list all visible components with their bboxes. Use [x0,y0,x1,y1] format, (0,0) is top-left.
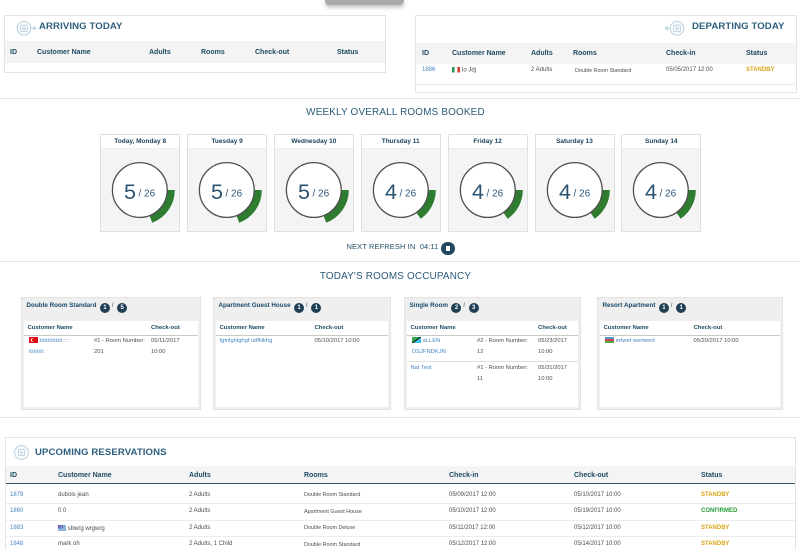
svg-text:/ 26: / 26 [486,189,503,200]
svg-text:/ 26: / 26 [139,189,156,200]
svg-text:4: 4 [385,180,397,204]
svg-text:/ 26: / 26 [312,189,329,200]
svg-text:/ 26: / 26 [226,189,243,200]
svg-text:4: 4 [472,180,484,204]
svg-text:/ 26: / 26 [573,189,590,200]
svg-text:/ 26: / 26 [399,189,416,200]
svg-text:5: 5 [298,180,310,204]
svg-text:4: 4 [645,180,657,204]
svg-text:5: 5 [124,180,136,204]
svg-text:/ 26: / 26 [660,189,677,200]
svg-text:5: 5 [211,180,223,204]
svg-text:4: 4 [559,180,571,204]
